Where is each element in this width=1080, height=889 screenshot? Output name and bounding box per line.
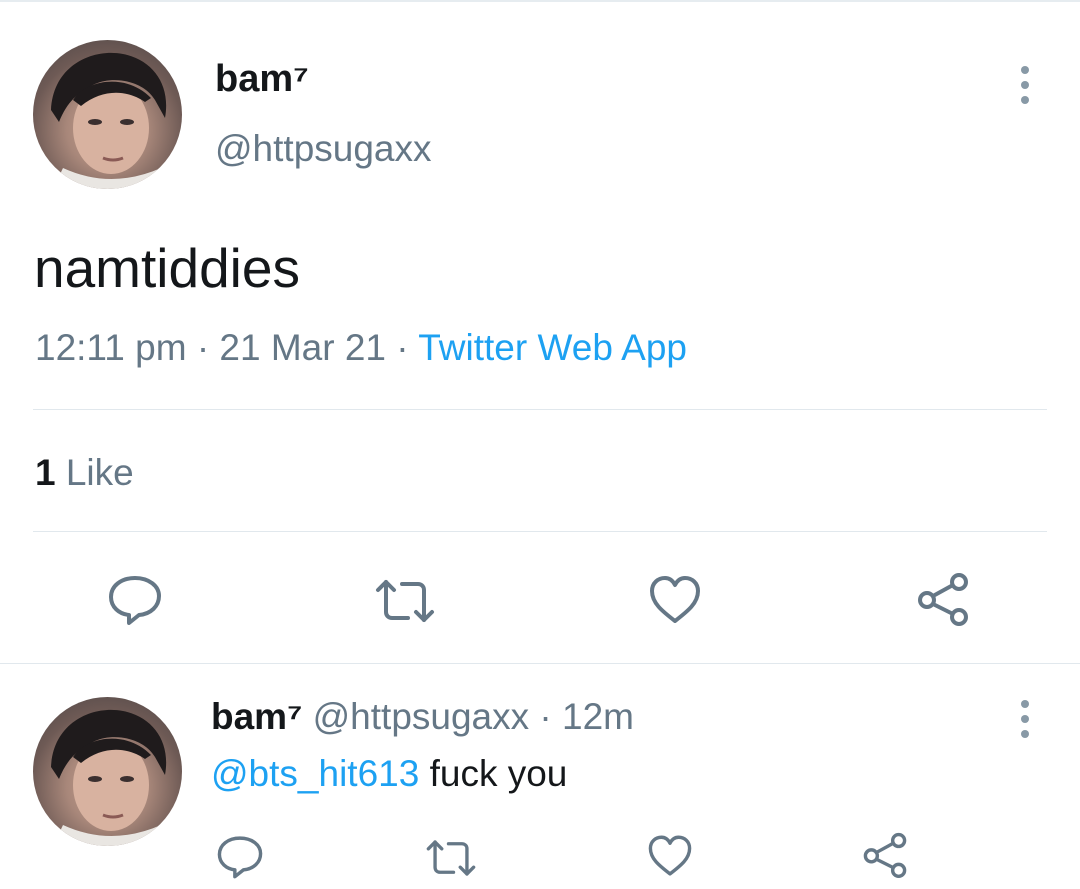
share-icon[interactable] [861,832,909,878]
reply-age: 12m [562,696,635,737]
avatar[interactable] [33,40,182,189]
more-vertical-icon[interactable] [1013,700,1037,738]
divider [33,409,1047,410]
reply-header: bam⁷ @httpsugaxx · 12m [211,696,634,738]
top-divider [0,0,1080,2]
reply-display-name[interactable]: bam⁷ [211,696,302,737]
tweet-meta: 12:11 pm · 21 Mar 21 · Twitter Web App [35,327,687,369]
reply-mention[interactable]: @bts_hit613 [211,753,419,794]
reply-separator: · [539,696,552,737]
reply-icon[interactable] [107,574,163,626]
retweet-icon[interactable] [374,578,436,624]
likes-count: 1 [35,452,56,493]
meta-separator: · [196,327,210,368]
source-link[interactable]: Twitter Web App [418,327,687,368]
more-vertical-icon[interactable] [1013,66,1037,104]
tweet-time: 12:11 pm [35,327,187,368]
avatar-photo [51,52,173,189]
reply-body: fuck you [429,753,568,794]
meta-separator: · [396,327,409,368]
reply-avatar[interactable] [33,697,182,846]
likes-stat[interactable]: 1 Like [35,452,134,494]
handle[interactable]: @httpsugaxx [215,128,432,170]
heart-icon[interactable] [647,834,693,878]
retweet-icon[interactable] [425,838,477,878]
heart-icon[interactable] [648,575,702,625]
share-icon[interactable] [915,572,971,626]
avatar-photo [51,709,173,846]
reply-icon[interactable] [216,834,264,880]
display-name[interactable]: bam⁷ [215,58,309,101]
divider [33,531,1047,532]
likes-label: Like [65,452,134,493]
reply-handle[interactable]: @httpsugaxx [313,696,530,737]
reply-text: @bts_hit613 fuck you [211,753,567,795]
tweet-date: 21 Mar 21 [219,327,387,368]
divider [0,663,1080,664]
tweet-text: namtiddies [34,237,300,299]
